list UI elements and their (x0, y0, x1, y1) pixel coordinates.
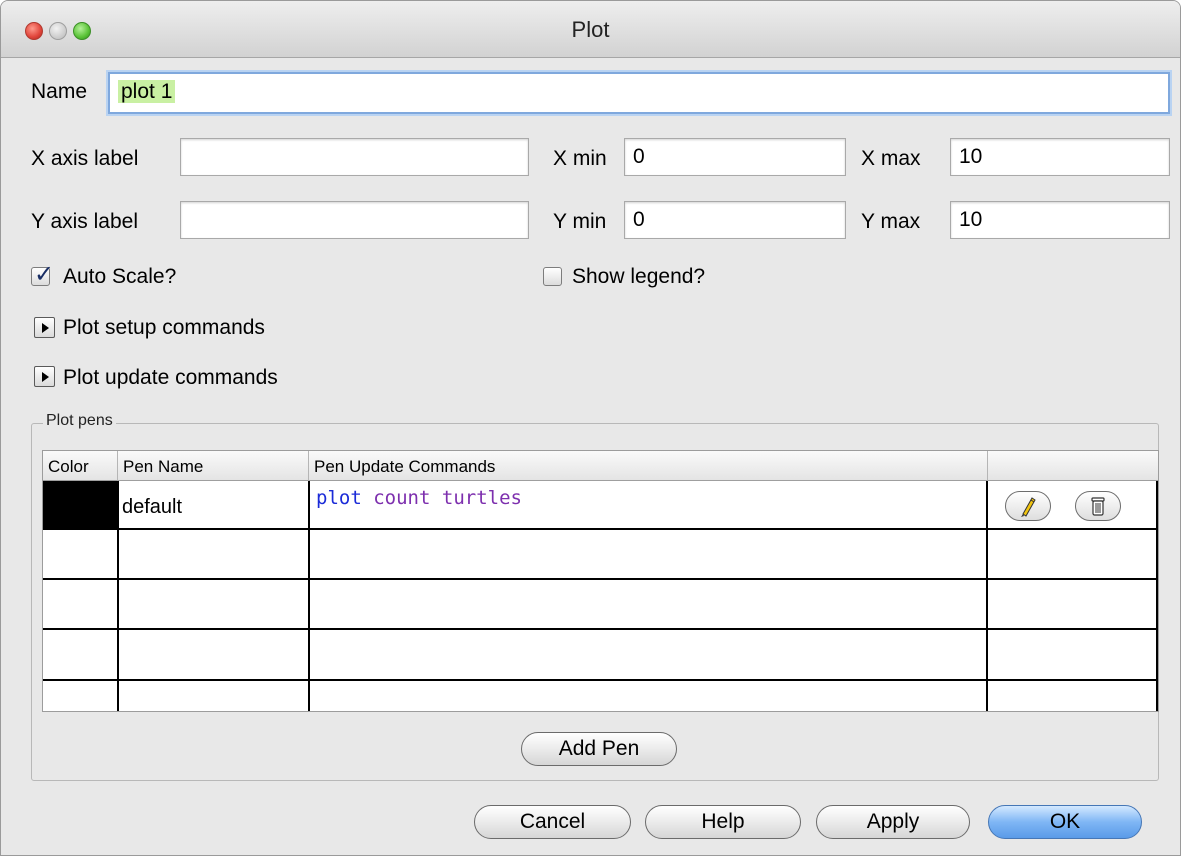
plot-dialog: Plot Name plot 1 X axis label X min 0 X … (0, 0, 1181, 856)
x-max-label: X max (861, 147, 921, 170)
pen-name-cell[interactable]: default (122, 496, 182, 519)
title-bar: Plot (1, 1, 1180, 58)
update-commands-disclosure-toggle[interactable] (34, 366, 55, 387)
name-input-value: plot 1 (118, 80, 176, 103)
x-axis-label-caption: X axis label (31, 147, 139, 170)
name-input[interactable]: plot 1 (108, 72, 1170, 114)
command-token: turtles (441, 487, 522, 509)
y-max-label: Y max (861, 210, 921, 233)
y-min-label: Y min (553, 210, 607, 233)
pencil-icon (1021, 497, 1036, 517)
apply-button[interactable]: Apply (816, 805, 970, 839)
window-title: Plot (571, 17, 610, 42)
help-button[interactable]: Help (645, 805, 801, 839)
setup-commands-disclosure-toggle[interactable] (34, 317, 55, 338)
column-header-pen-update-commands[interactable]: Pen Update Commands (309, 451, 988, 481)
column-header-actions (988, 451, 1158, 481)
update-commands-label[interactable]: Plot update commands (63, 366, 278, 390)
show-legend-label: Show legend? (572, 265, 706, 288)
x-max-input[interactable]: 10 (950, 138, 1170, 176)
x-axis-label-input[interactable] (180, 138, 529, 176)
x-min-input[interactable]: 0 (624, 138, 846, 176)
auto-scale-label: Auto Scale? (63, 265, 177, 288)
cancel-button[interactable]: Cancel (474, 805, 631, 839)
column-divider (308, 481, 310, 711)
y-max-input[interactable]: 10 (950, 201, 1170, 239)
pen-color-swatch[interactable] (43, 481, 118, 529)
row-divider (43, 528, 1158, 530)
trash-icon (1091, 497, 1105, 516)
x-min-label: X min (553, 147, 607, 170)
column-divider (986, 481, 988, 711)
column-header-pen-name[interactable]: Pen Name (118, 451, 309, 481)
add-pen-button[interactable]: Add Pen (521, 732, 677, 766)
y-axis-label-caption: Y axis label (31, 210, 139, 233)
column-divider (1156, 481, 1158, 711)
command-token: count (373, 487, 431, 509)
command-token: plot (316, 487, 362, 509)
row-divider (43, 628, 1158, 630)
y-axis-label-input[interactable] (180, 201, 529, 239)
edit-pen-button[interactable] (1005, 491, 1051, 521)
row-divider (43, 578, 1158, 580)
checkmark-icon: ✓ (34, 261, 55, 288)
pens-table: Color Pen Name Pen Update Commands defau… (42, 450, 1159, 712)
column-header-color[interactable]: Color (43, 451, 118, 481)
y-min-input[interactable]: 0 (624, 201, 846, 239)
plot-pens-group-title: Plot pens (43, 412, 116, 430)
auto-scale-checkbox[interactable]: ✓ (31, 261, 54, 288)
delete-pen-button[interactable] (1075, 491, 1121, 521)
ok-button[interactable]: OK (988, 805, 1142, 839)
show-legend-checkbox[interactable] (543, 267, 562, 286)
name-label: Name (31, 80, 88, 103)
pen-update-commands-cell[interactable]: plot count turtles (316, 487, 522, 509)
row-divider (43, 679, 1158, 681)
setup-commands-label[interactable]: Plot setup commands (63, 316, 265, 340)
